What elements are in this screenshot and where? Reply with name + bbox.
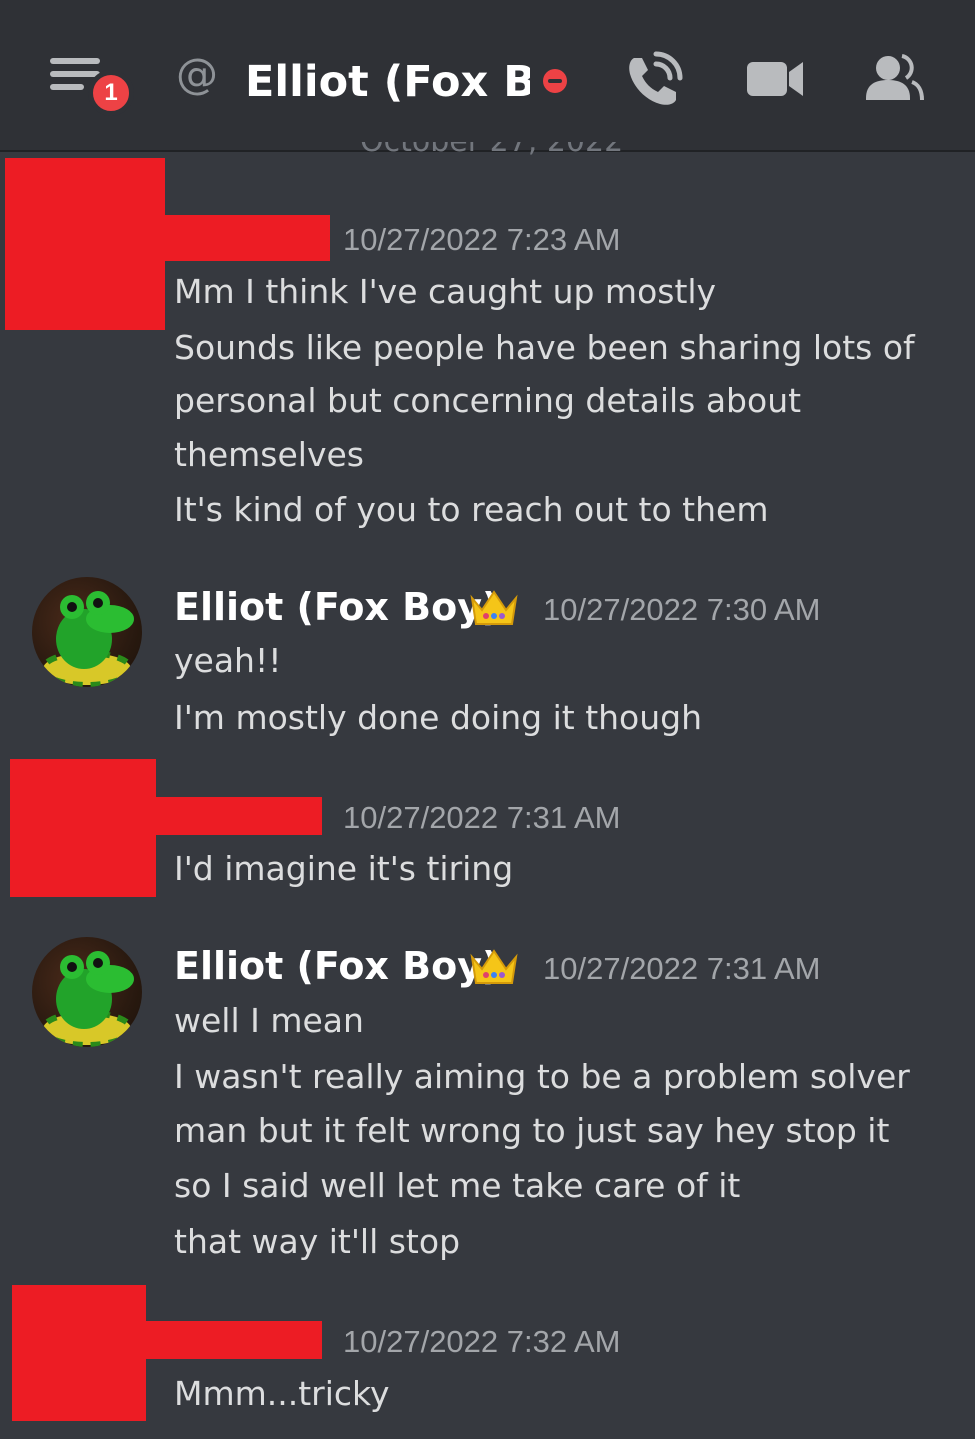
at-icon: @ bbox=[176, 49, 218, 98]
message-line: Mm I think I've caught up mostly bbox=[174, 272, 717, 311]
channel-header: 1 @ Elliot (Fox B... bbox=[0, 0, 975, 152]
message-timestamp: 10/27/2022 7:31 AM bbox=[543, 951, 821, 986]
avatar[interactable] bbox=[32, 937, 142, 1047]
redaction-block bbox=[12, 1285, 146, 1421]
message-line: I'd imagine it's tiring bbox=[174, 849, 514, 888]
message-line: personal but concerning details about bbox=[174, 381, 802, 420]
redaction-block bbox=[160, 215, 330, 261]
redaction-block bbox=[10, 759, 156, 897]
video-camera-icon[interactable] bbox=[745, 50, 805, 110]
message-line: I wasn't really aiming to be a problem s… bbox=[174, 1057, 910, 1096]
message-line: I'm mostly done doing it though bbox=[174, 698, 703, 737]
phone-call-icon[interactable] bbox=[624, 50, 684, 110]
message-line: themselves bbox=[174, 435, 364, 474]
message-timestamp: 10/27/2022 7:32 AM bbox=[343, 1324, 621, 1359]
crown-icon bbox=[468, 947, 520, 987]
message-line: Sounds like people have been sharing lot… bbox=[174, 328, 915, 367]
crown-icon bbox=[468, 588, 520, 628]
frog-avatar-icon bbox=[40, 951, 134, 1047]
message-line: Mmm...tricky bbox=[174, 1374, 390, 1413]
message-line: so I said well let me take care of it bbox=[174, 1166, 741, 1205]
message-line: well I mean bbox=[174, 1001, 364, 1040]
redaction-block bbox=[5, 158, 165, 330]
message-timestamp: 10/27/2022 7:30 AM bbox=[543, 592, 821, 627]
unread-badge: 1 bbox=[88, 70, 134, 116]
redaction-block bbox=[140, 1321, 322, 1359]
message-timestamp: 10/27/2022 7:31 AM bbox=[343, 800, 621, 835]
message-timestamp: 10/27/2022 7:23 AM bbox=[343, 222, 621, 257]
channel-title[interactable]: Elliot (Fox B... bbox=[245, 54, 530, 110]
dnd-status-icon bbox=[543, 69, 567, 93]
message-line: yeah!! bbox=[174, 641, 282, 680]
avatar[interactable] bbox=[32, 577, 142, 687]
author-name[interactable]: Elliot (Fox Boy) bbox=[174, 585, 499, 629]
message-line: that way it'll stop bbox=[174, 1222, 461, 1261]
author-name[interactable]: Elliot (Fox Boy) bbox=[174, 944, 499, 988]
message-line: man but it felt wrong to just say hey st… bbox=[174, 1111, 890, 1150]
members-icon[interactable] bbox=[862, 50, 924, 110]
frog-avatar-icon bbox=[40, 591, 134, 687]
redaction-block bbox=[150, 797, 322, 835]
message-line: It's kind of you to reach out to them bbox=[174, 490, 769, 529]
